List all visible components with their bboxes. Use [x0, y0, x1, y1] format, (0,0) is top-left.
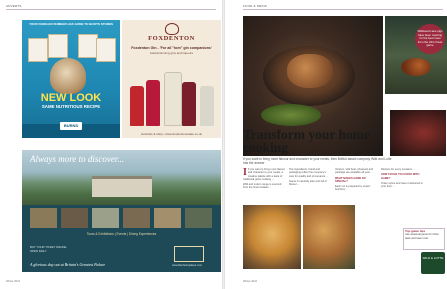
right-folio: Winter 2024 — [243, 280, 257, 283]
palace-ad[interactable]: Always more to discover... Tours & Exhib… — [22, 150, 221, 272]
article-column-1: I If you want to bring more flavour and c… — [243, 167, 285, 190]
article-title: Transform your home cooking — [243, 127, 370, 155]
burns-ad[interactable]: YOUR FAMILIAR NUMBER HAS GONE TO BOOTS S… — [22, 20, 120, 138]
foxdenton-brand: FOXDENTON — [148, 35, 195, 42]
thumbnail — [185, 208, 212, 228]
palace-url[interactable]: www.blenheimpalace.com — [172, 264, 202, 267]
palace-thumbnails — [30, 208, 213, 228]
left-folio: Winter 2024 — [6, 280, 20, 283]
pie-photo — [303, 205, 355, 269]
thumbnail — [61, 208, 88, 228]
bottle-image — [182, 82, 196, 126]
tip-box: Top game tips Use seasonal game for rich… — [403, 228, 445, 250]
palace-building — [92, 176, 152, 197]
left-page: ADVERTS YOUR FAMILIAR NUMBER HAS GONE TO… — [0, 0, 222, 289]
burns-logo: BURNS — [60, 122, 82, 130]
brand-logo: WILD & LOTTE — [421, 252, 445, 274]
product-bag — [78, 34, 98, 58]
bottle-image — [130, 86, 144, 126]
burns-headline: NEW LOOK — [40, 92, 102, 104]
left-section-label: ADVERTS — [6, 4, 22, 8]
palace-tagline: Tours & Exhibitions | Events | Dining Ex… — [86, 232, 157, 236]
header-rule — [243, 9, 443, 10]
burns-strap: YOUR FAMILIAR NUMBER HAS GONE TO BOOTS S… — [28, 22, 114, 26]
foxdenton-footer: stockists & shop • www.foxdentonestate.c… — [141, 132, 202, 136]
palace-info: BUY YOUR TICKET ONLINE OPEN DAILY — [30, 245, 67, 253]
roast-bird — [287, 54, 333, 88]
dog-image — [50, 58, 86, 94]
article-standfirst: If you want to bring more flavour and ch… — [243, 157, 392, 165]
foxdenton-ad[interactable]: FOXDENTON Foxdenton Gin - 'For all "tom"… — [122, 20, 221, 138]
product-bag — [96, 38, 116, 62]
thumbnail — [154, 208, 181, 228]
right-section-label: FOOD & DRINK — [243, 4, 268, 8]
palace-headline: Always more to discover... — [30, 154, 125, 164]
palace-strap: A glorious day out at Britain's Greatest… — [30, 262, 106, 267]
foxdenton-line1: Foxdenton Gin - 'For all "tom" gin compa… — [131, 46, 212, 50]
foxdenton-line2: Award-winning gins and liqueurs — [149, 51, 194, 55]
thumbnail — [92, 208, 119, 228]
thumbnail — [30, 208, 57, 228]
burns-subline: SAME NUTRITIOUS RECIPE — [41, 104, 101, 109]
bottle-image — [164, 72, 182, 126]
pheasant-image — [401, 58, 431, 76]
article-column-2: The ingredients, brand and packaging ref… — [289, 168, 329, 187]
crest-icon — [165, 23, 179, 35]
promo-badge: Wildwood Lane pigs have been roaming for… — [415, 24, 445, 54]
product-bag — [28, 38, 48, 62]
article-column-4: Recipes for every occasion ... HOW COULD… — [381, 168, 423, 189]
palace-logo — [174, 246, 204, 262]
drop-cap: I — [243, 167, 247, 178]
bottle-image — [146, 80, 160, 126]
article-column-3: Venison, wild boar, pheasant and partrid… — [335, 168, 374, 192]
bottle-image — [200, 86, 214, 126]
pie-photo — [243, 205, 301, 269]
right-page: FOOD & DRINK Wildwood Lane pigs have bee… — [225, 0, 447, 289]
header-rule — [6, 9, 216, 10]
wine-photo — [390, 110, 446, 156]
thumbnail — [123, 208, 150, 228]
greens — [261, 104, 321, 126]
product-bag — [48, 34, 68, 58]
